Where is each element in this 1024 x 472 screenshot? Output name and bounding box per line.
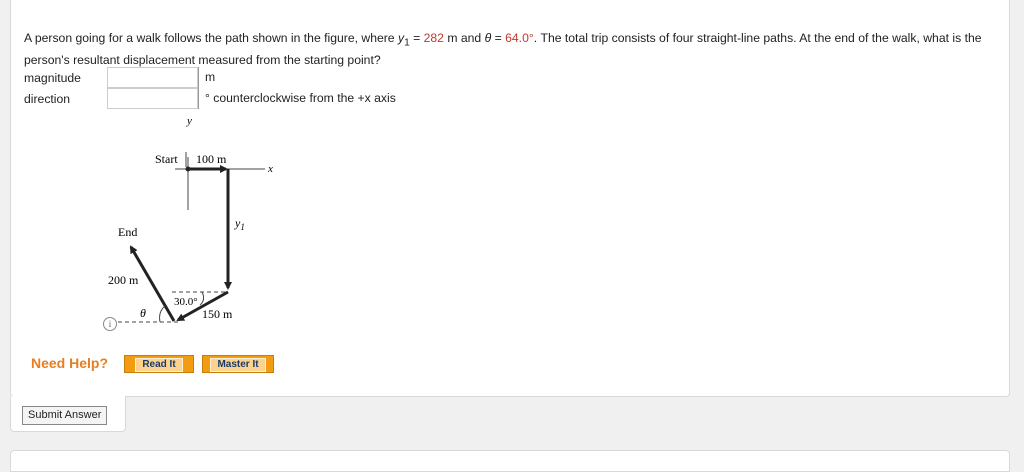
question-part2: m and bbox=[443, 31, 485, 45]
magnitude-label: magnitude bbox=[24, 71, 81, 85]
submit-answer-button[interactable]: Submit Answer bbox=[22, 406, 108, 425]
segment4-label: 200 m bbox=[108, 273, 139, 287]
equals: = bbox=[409, 31, 424, 45]
direction-unit: ° counterclockwise from the +x axis bbox=[198, 88, 396, 109]
y1-value: 282 bbox=[423, 31, 444, 45]
y1-label: y1 bbox=[234, 216, 245, 232]
theta-value: 64.0° bbox=[505, 31, 534, 45]
path-figure: y x Start 100 m y1 30.0° 150 m θ 200 m E… bbox=[108, 115, 273, 323]
question-part1: A person going for a walk follows the pa… bbox=[24, 31, 398, 45]
end-label: End bbox=[118, 225, 137, 239]
question-text: A person going for a walk follows the pa… bbox=[24, 30, 999, 69]
y1-label-sub: 1 bbox=[240, 222, 245, 232]
equals-2: = bbox=[491, 31, 506, 45]
theta-arc bbox=[159, 305, 166, 323]
direction-label: direction bbox=[24, 92, 71, 106]
read-it-label: Read It bbox=[135, 358, 183, 372]
angle30-label: 30.0° bbox=[174, 296, 198, 308]
magnitude-input[interactable] bbox=[107, 67, 198, 88]
master-it-label: Master It bbox=[210, 358, 266, 372]
segment3-label: 150 m bbox=[202, 307, 233, 321]
segment1-label: 100 m bbox=[196, 152, 227, 166]
start-label: Start bbox=[155, 152, 178, 166]
read-it-button[interactable]: Read It bbox=[124, 355, 194, 373]
master-it-button[interactable]: Master It bbox=[202, 355, 274, 373]
need-help-label: Need Help? bbox=[31, 355, 109, 371]
theta-label: θ bbox=[140, 306, 146, 320]
direction-input[interactable] bbox=[107, 88, 198, 109]
info-icon[interactable]: i bbox=[103, 317, 117, 331]
y-axis-label: y bbox=[186, 115, 192, 127]
next-question-card bbox=[10, 450, 1010, 472]
x-axis-label: x bbox=[267, 163, 273, 175]
magnitude-unit: m bbox=[198, 67, 215, 88]
angle30-arc bbox=[199, 291, 205, 306]
